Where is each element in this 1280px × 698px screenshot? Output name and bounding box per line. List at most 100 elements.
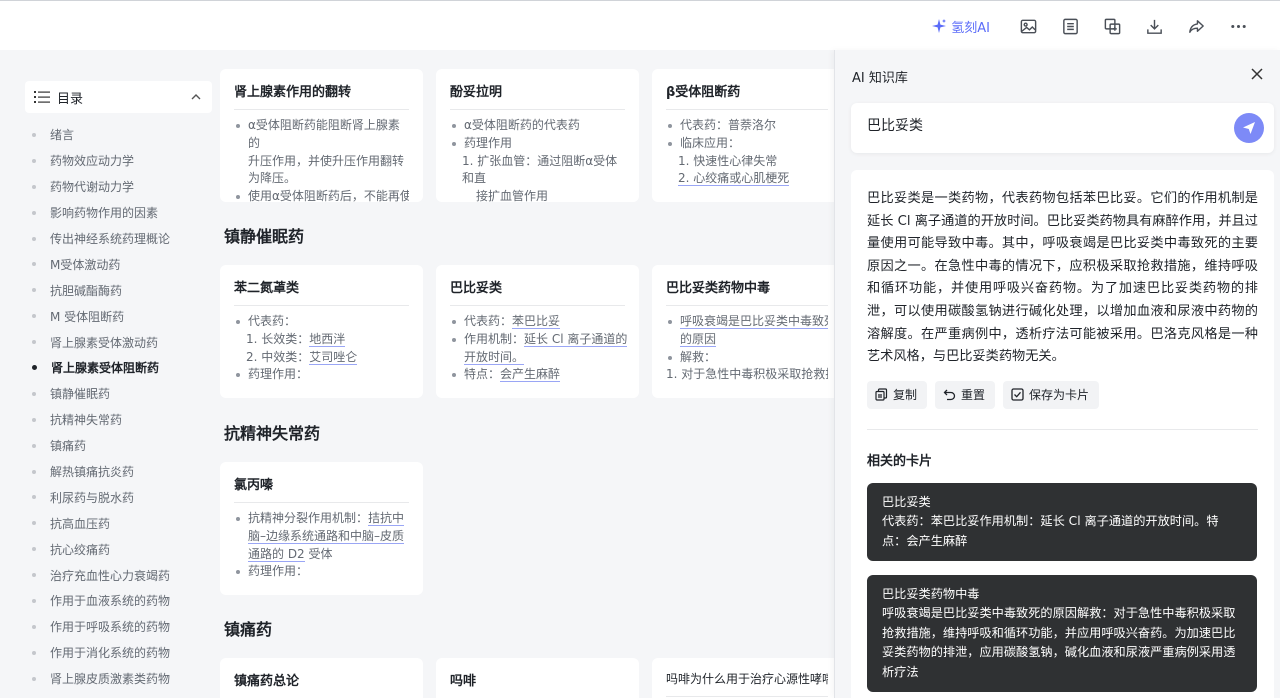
card-link[interactable]: 2. 心绞痛或心肌梗死 bbox=[678, 171, 790, 187]
bullet-dot bbox=[32, 573, 36, 578]
send-button[interactable] bbox=[1234, 113, 1264, 143]
toc-item[interactable]: 传出神经系统药理概论 bbox=[32, 226, 212, 252]
bullet-dot bbox=[32, 340, 36, 345]
card-title: 酚妥拉明 bbox=[450, 81, 625, 110]
card-line: 接扩血管作用 bbox=[476, 189, 549, 204]
reset-label: 重置 bbox=[961, 388, 986, 403]
bullet-dot bbox=[32, 443, 36, 448]
knowledge-card[interactable]: 肾上腺素作用的翻转 α受体阻断药能阻断肾上腺素的 升压作用，并使升压作用翻转 为… bbox=[220, 69, 423, 203]
bullet-dot bbox=[32, 210, 36, 215]
copy-add-icon[interactable] bbox=[1098, 12, 1126, 40]
toc-item-label: 镇痛药 bbox=[50, 439, 87, 454]
download-icon[interactable] bbox=[1140, 12, 1168, 40]
card-link[interactable]: 地西泮 bbox=[309, 331, 346, 347]
card-title: 肾上腺素作用的翻转 bbox=[234, 81, 409, 110]
copy-button[interactable]: 复制 bbox=[867, 380, 928, 409]
toc-item-label: M 受体阻断药 bbox=[50, 309, 125, 324]
toc-item-label: 作用于血液系统的药物 bbox=[50, 594, 171, 609]
knowledge-card[interactable]: 吗啡为什么用于治疗心源性哮喘? bbox=[652, 658, 834, 698]
card-title: 吗啡为什么用于治疗心源性哮喘? bbox=[666, 670, 828, 697]
card-link[interactable]: 开放时间。 bbox=[464, 349, 525, 365]
card-link[interactable]: 拮抗中 bbox=[368, 511, 405, 526]
share-icon[interactable] bbox=[1182, 12, 1210, 40]
toc-item[interactable]: 绪言 bbox=[32, 122, 212, 148]
toc-item[interactable]: 解热镇痛抗炎药 bbox=[32, 459, 212, 485]
related-card-body: 代表药：苯巴比妥作用机制：延长 Cl 离子通道的开放时间。特点：会产生麻醉 bbox=[882, 514, 1219, 548]
toc-item-label: 抗高血压药 bbox=[50, 516, 111, 531]
bullet-dot bbox=[32, 288, 36, 293]
toc-item[interactable]: 作用于消化系统的药物 bbox=[32, 640, 212, 666]
related-card[interactable]: 巴比妥类 代表药：苯巴比妥作用机制：延长 Cl 离子通道的开放时间。特点：会产生… bbox=[867, 482, 1257, 561]
knowledge-card[interactable]: 巴比妥类 代表药：苯巴比妥 作用机制：延长 Cl 离子通道的 开放时间。 特点：… bbox=[436, 265, 639, 398]
card-link[interactable]: 脑–边缘系统通路和中脑–皮质 bbox=[248, 528, 405, 544]
card-link[interactable]: 延长 Cl 离子通道的 bbox=[524, 331, 628, 347]
card-line-text: 抗精神分裂作用机制： bbox=[248, 511, 369, 525]
knowledge-card[interactable]: 吗啡 bbox=[436, 658, 639, 698]
card-line: 抗精神分裂作用机制：拮抗中 bbox=[234, 510, 409, 528]
toc-item[interactable]: 作用于呼吸系统的药物 bbox=[32, 614, 212, 640]
card-link[interactable]: 的原因 bbox=[680, 331, 717, 347]
toc-item[interactable]: 治疗充血性心力衰竭药 bbox=[32, 562, 212, 588]
bullet-dot bbox=[32, 598, 36, 603]
list-icon[interactable] bbox=[1056, 12, 1084, 40]
card-line: 1. 对于急性中毒积极采取抢救措 bbox=[666, 367, 828, 382]
bullet-dot bbox=[32, 469, 36, 474]
bullet-dot bbox=[32, 547, 36, 552]
knowledge-card[interactable]: 氯丙嗪 抗精神分裂作用机制：拮抗中 脑–边缘系统通路和中脑–皮质 通路的 D2 … bbox=[220, 462, 423, 595]
bullet-dot bbox=[32, 624, 36, 629]
toc-item[interactable]: 抗高血压药 bbox=[32, 510, 212, 536]
toc-item-label: 传出神经系统药理概论 bbox=[50, 232, 171, 246]
card-title: 苯二氮䓬类 bbox=[234, 277, 409, 306]
knowledge-card[interactable]: 苯二氮䓬类 代表药： 1. 长效类：地西泮 2. 中效类：艾司唑仑 药理作用： bbox=[220, 265, 423, 398]
section-heading: 镇痛药 bbox=[224, 620, 273, 639]
related-card[interactable]: 巴比妥类药物中毒 呼吸衰竭是巴比妥类中毒致死的原因解救：对于急性中毒积极采取抢救… bbox=[867, 574, 1257, 692]
save-card-button[interactable]: 保存为卡片 bbox=[1003, 380, 1100, 409]
image-icon[interactable] bbox=[1014, 12, 1042, 40]
chevron-up-icon[interactable] bbox=[190, 91, 202, 103]
undo-icon bbox=[943, 389, 956, 401]
more-icon[interactable] bbox=[1224, 12, 1252, 40]
reset-button[interactable]: 重置 bbox=[935, 380, 996, 409]
toc-item[interactable]: 镇痛药 bbox=[32, 433, 212, 459]
card-link[interactable]: 艾司唑仑 bbox=[309, 349, 358, 365]
card-link[interactable]: 呼吸衰竭是巴比妥类中毒致死 bbox=[680, 314, 828, 329]
card-line: 作用机制：延长 Cl 离子通道的 bbox=[450, 331, 628, 349]
toc-item-label: 镇静催眠药 bbox=[50, 387, 111, 402]
knowledge-card[interactable]: β受体阻断药 代表药：普萘洛尔 临床应用： 1. 快速性心律失常 2. 心绞痛或… bbox=[652, 69, 834, 202]
ai-knowledge-panel: AI 知识库 巴比妥类是一类药物，代表药物包括苯巴比妥。它们的作用机制是延长 C… bbox=[834, 50, 1280, 698]
card-line: 为降压。 bbox=[248, 171, 297, 186]
save-card-label: 保存为卡片 bbox=[1029, 388, 1090, 403]
card-line: 2. 心绞痛或心肌梗死 bbox=[666, 170, 828, 188]
toc-item[interactable]: 药物代谢动力学 bbox=[32, 174, 212, 200]
knowledge-card[interactable]: 酚妥拉明 α受体阻断药的代表药 药理作用 1. 扩张血管：通过阻断α受体和直 接… bbox=[436, 69, 639, 203]
card-line: 药理作用 bbox=[450, 135, 625, 153]
query-input[interactable] bbox=[867, 117, 1207, 133]
toc-item-active[interactable]: 肾上腺素受体阻断药 bbox=[32, 355, 212, 381]
toc-item[interactable]: 药物效应动力学 bbox=[32, 148, 212, 174]
toc-item[interactable]: 利尿药与脱水药 bbox=[32, 484, 212, 510]
card-line: 代表药： bbox=[234, 313, 409, 331]
toc-item[interactable]: 影响药物作用的因素 bbox=[32, 200, 212, 226]
toc-item-label: 药物代谢动力学 bbox=[50, 180, 135, 195]
toc-item[interactable]: 镇静催眠药 bbox=[32, 381, 212, 407]
card-title: 吗啡 bbox=[450, 670, 625, 698]
toc-item[interactable]: M 受体阻断药 bbox=[32, 303, 212, 329]
toc-item-label: 抗心绞痛药 bbox=[50, 542, 111, 557]
toc-item[interactable]: 肾上腺素受体激动药 bbox=[32, 329, 212, 355]
ai-assistant-button[interactable]: 氢刻AI bbox=[931, 17, 990, 36]
knowledge-card[interactable]: 巴比妥类药物中毒 呼吸衰竭是巴比妥类中毒致死 的原因 解救： 1. 对于急性中毒… bbox=[652, 265, 834, 398]
toc-item[interactable]: 肾上腺皮质激素类药物 bbox=[32, 666, 212, 692]
toc-item[interactable]: M受体激动药 bbox=[32, 251, 212, 277]
toc-item[interactable]: 作用于血液系统的药物 bbox=[32, 588, 212, 614]
toc-item[interactable]: 抗精神失常药 bbox=[32, 407, 212, 433]
card-link[interactable]: 通路的 D2 bbox=[248, 546, 305, 562]
toc-item[interactable]: 抗心绞痛药 bbox=[32, 536, 212, 562]
toc-item-label: 药物效应动力学 bbox=[50, 154, 135, 169]
toc-item[interactable]: 抗胆碱酯酶药 bbox=[32, 277, 212, 303]
close-icon[interactable] bbox=[1250, 67, 1264, 81]
card-link[interactable]: 苯巴比妥 bbox=[512, 314, 561, 329]
card-link[interactable]: 会产生麻醉 bbox=[500, 367, 561, 383]
toc-header[interactable]: 目录 bbox=[25, 81, 212, 113]
card-line: 解救： bbox=[666, 349, 828, 367]
knowledge-card[interactable]: 镇痛药总论 bbox=[220, 658, 423, 698]
